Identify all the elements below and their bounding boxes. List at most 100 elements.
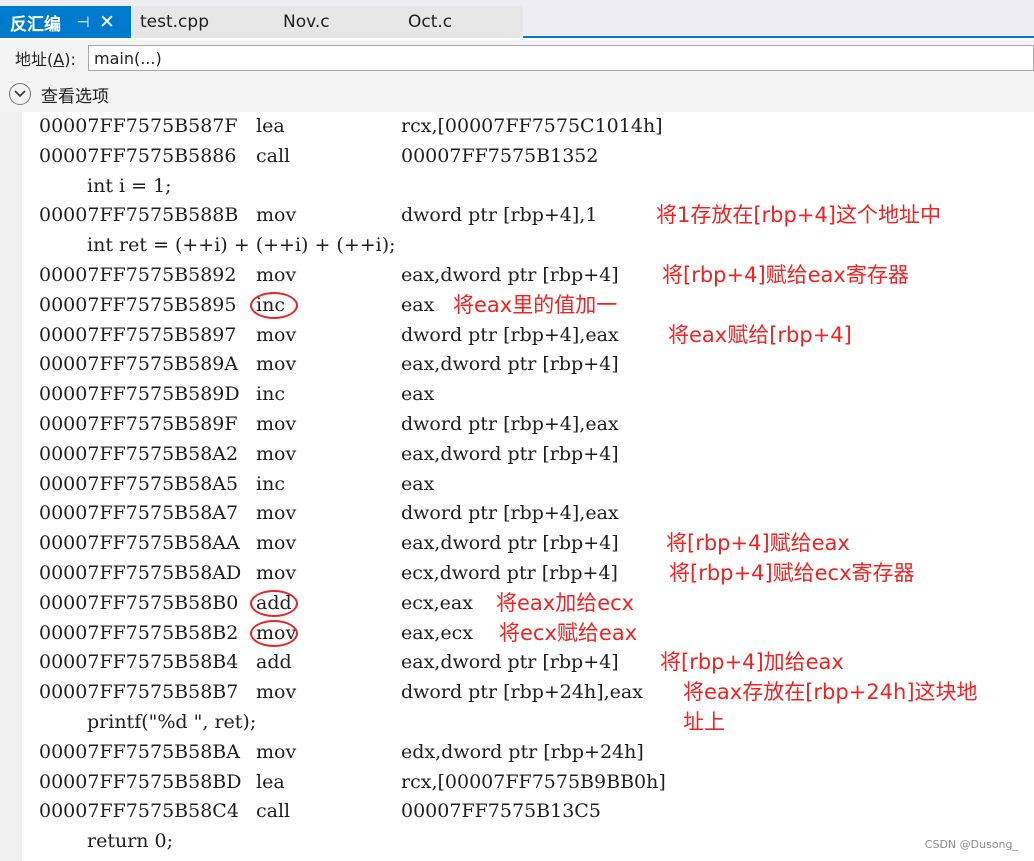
tab-oct-c[interactable]: Oct.c: [399, 6, 523, 38]
instruction-opcode: mov: [256, 323, 297, 346]
instruction-row[interactable]: 00007FF7575B587F lea rcx,[00007FF7575C1014…: [22, 112, 1034, 141]
watermark: CSDN @Dusong_: [924, 838, 1018, 851]
instruction-row[interactable]: 00007FF7575B58AA mov eax,dword ptr [rbp+4]…: [22, 529, 1034, 558]
instruction-address: 00007FF7575B58C4: [39, 800, 239, 823]
instruction-operands: eax: [401, 472, 435, 495]
instruction-address: 00007FF7575B5897: [39, 323, 237, 346]
tab-test-cpp[interactable]: test.cpp: [131, 6, 274, 38]
instruction-operands: eax,dword ptr [rbp+4]: [401, 532, 619, 555]
annotation-note: 将[rbp+4]赋给eax寄存器: [662, 263, 909, 287]
annotation-note: 将[rbp+4]赋给eax: [666, 531, 850, 556]
instruction-row[interactable]: 00007FF7575B5895 inc eax 将eax里的值加一: [22, 291, 1034, 320]
instruction-opcode: call: [256, 144, 291, 167]
instruction-opcode: inc: [256, 472, 285, 495]
instruction-opcode: mov: [256, 681, 297, 704]
address-input[interactable]: main(...): [88, 45, 1034, 71]
source-text: return 0;: [87, 830, 174, 853]
instruction-row[interactable]: 00007FF7575B5897 mov dword ptr [rbp+4],eax…: [22, 321, 1034, 350]
source-line[interactable]: return 0;: [22, 827, 1034, 856]
instruction-operands: ecx,eax: [401, 591, 473, 614]
instruction-operands: rcx,[00007FF7575B9BB0h]: [401, 770, 666, 793]
instruction-opcode: lea: [256, 115, 285, 137]
instruction-row[interactable]: 00007FF7575B58B4 add eax,dword ptr [rbp+4]…: [22, 648, 1034, 677]
annotation-note: 将[rbp+4]赋给ecx寄存器: [669, 561, 915, 585]
annotation-note: 将eax存放在[rbp+24h]这块地: [683, 680, 978, 705]
instruction-row[interactable]: 00007FF7575B58A7 mov dword ptr [rbp+4],eax: [22, 499, 1034, 528]
instruction-row[interactable]: 00007FF7575B588B mov dword ptr [rbp+4],1 将1…: [22, 201, 1034, 230]
instruction-address: 00007FF7575B58AA: [39, 532, 240, 555]
address-label: 地址(A):: [15, 50, 76, 69]
instruction-address: 00007FF7575B58BD: [39, 770, 242, 793]
instruction-operands: eax,dword ptr [rbp+4]: [401, 264, 619, 286]
tab-label: Nov.c: [283, 12, 330, 32]
annotation-note: 将eax加给ecx: [496, 590, 635, 615]
instruction-opcode: add: [256, 651, 292, 674]
instruction-row[interactable]: 00007FF7575B58BD lea rcx,[00007FF7575B9BB0…: [22, 768, 1034, 797]
instruction-operands: dword ptr [rbp+4],1: [401, 204, 598, 227]
pin-icon[interactable]: ⊣: [72, 13, 94, 31]
instruction-opcode: mov: [256, 740, 297, 763]
source-line[interactable]: int ret = (++i) + (++i) + (++i);: [22, 231, 1034, 260]
close-icon[interactable]: ✕: [94, 11, 120, 33]
instruction-address: 00007FF7575B58A7: [39, 502, 239, 525]
instruction-address: 00007FF7575B58BA: [39, 740, 240, 763]
instruction-row[interactable]: 00007FF7575B58B7 mov dword ptr [rbp+24h],e…: [22, 678, 1034, 734]
instruction-opcode: mov: [256, 442, 297, 465]
source-line[interactable]: printf("%d ", ret);: [22, 708, 1034, 737]
instruction-row[interactable]: 00007FF7575B58C4 call 00007FF7575B13C5: [22, 797, 1034, 826]
instruction-address: 00007FF7575B5895: [39, 293, 237, 316]
instruction-operands: dword ptr [rbp+4],eax: [401, 502, 619, 525]
instruction-address: 00007FF7575B58B0: [39, 591, 239, 614]
instruction-opcode: mov: [256, 502, 297, 525]
instruction-row[interactable]: 00007FF7575B589A mov eax,dword ptr [rbp+4]: [22, 350, 1034, 379]
instruction-opcode: lea: [256, 770, 285, 793]
instruction-operands: eax,ecx: [401, 621, 473, 644]
instruction-row[interactable]: 00007FF7575B58BA mov edx,dword ptr [rbp+24…: [22, 738, 1034, 767]
instruction-opcode: mov: [256, 413, 297, 435]
instruction-row[interactable]: 00007FF7575B5886 call 00007FF7575B1352: [22, 142, 1034, 171]
instruction-operands: rcx,[00007FF7575C1014h]: [401, 115, 663, 137]
instruction-opcode: add: [250, 589, 298, 618]
instruction-address: 00007FF7575B587F: [39, 115, 238, 137]
instruction-row[interactable]: 00007FF7575B58AD mov ecx,dword ptr [rbp+4]…: [22, 559, 1034, 588]
instruction-operands: eax: [401, 383, 435, 406]
annotation-note: 将ecx赋给eax: [499, 620, 638, 645]
instruction-opcode: inc: [250, 291, 298, 320]
instruction-row[interactable]: 00007FF7575B58B0 add ecx,eax 将eax加给ecx: [22, 589, 1034, 618]
view-options-label[interactable]: 查看选项: [41, 82, 109, 107]
tab-disassembly[interactable]: 反汇编 ⊣ ✕: [0, 6, 131, 38]
source-text: int i = 1;: [87, 174, 172, 197]
annotation-note: 将eax赋给[rbp+4]: [668, 322, 852, 347]
instruction-opcode: inc: [256, 383, 285, 406]
instruction-row[interactable]: 00007FF7575B58A5 inc eax: [22, 470, 1034, 499]
instruction-address: 00007FF7575B5886: [39, 144, 237, 167]
instruction-address: 00007FF7575B58B7: [39, 681, 239, 704]
chevron-down-icon[interactable]: [9, 83, 31, 105]
instruction-opcode: mov: [250, 619, 298, 648]
source-text: int ret = (++i) + (++i) + (++i);: [87, 234, 396, 257]
instruction-opcode: mov: [256, 353, 297, 376]
instruction-row[interactable]: 00007FF7575B589D inc eax: [22, 380, 1034, 409]
margin-gutter: [0, 112, 22, 861]
instruction-row[interactable]: 00007FF7575B589F mov dword ptr [rbp+4],eax: [22, 410, 1034, 439]
instruction-row[interactable]: 00007FF7575B58A2 mov eax,dword ptr [rbp+4]: [22, 440, 1034, 469]
instruction-address: 00007FF7575B5892: [39, 264, 237, 286]
instruction-operands: edx,dword ptr [rbp+24h]: [401, 740, 644, 763]
tab-label: Oct.c: [408, 12, 453, 32]
instruction-operands: eax: [401, 293, 435, 316]
address-input-value: main(...): [94, 48, 162, 68]
annotation-note: 将eax里的值加一: [453, 292, 618, 317]
instruction-opcode: mov: [256, 562, 297, 584]
tab-disassembly-label: 反汇编: [10, 14, 61, 35]
document-tab-bar: 反汇编 ⊣ ✕ test.cpp Nov.c Oct.c: [0, 0, 1034, 38]
instruction-address: 00007FF7575B589A: [39, 353, 239, 376]
disassembly-code-area[interactable]: 00007FF7575B587F lea rcx,[00007FF7575C1014…: [22, 112, 1034, 861]
instruction-address: 00007FF7575B58B4: [39, 651, 239, 674]
instruction-row[interactable]: 00007FF7575B5892 mov eax,dword ptr [rbp+4]…: [22, 261, 1034, 290]
instruction-opcode: mov: [256, 532, 297, 555]
annotation-note: 将[rbp+4]加给eax: [660, 650, 844, 675]
instruction-row[interactable]: 00007FF7575B58B2 mov eax,ecx 将ecx赋给eax: [22, 619, 1034, 648]
source-line[interactable]: int i = 1;: [22, 172, 1034, 201]
tab-nov-c[interactable]: Nov.c: [274, 6, 399, 38]
instruction-operands: ecx,dword ptr [rbp+4]: [401, 562, 618, 584]
